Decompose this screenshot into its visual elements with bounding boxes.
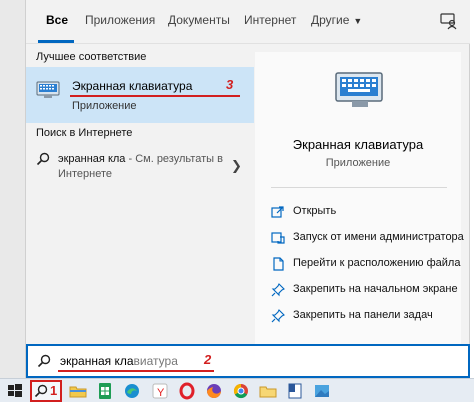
detail-title: Экранная клавиатура — [292, 137, 424, 152]
search-icon — [34, 384, 48, 398]
action-run-as-admin[interactable]: Запуск от имени администратора — [271, 230, 464, 256]
results-list: Лучшее соответствие Экранная клавиатура … — [26, 45, 254, 344]
detail-subtitle: Приложение — [325, 157, 391, 169]
search-autocomplete-text: виатура — [133, 354, 178, 368]
tab-documents[interactable]: Документы — [168, 13, 230, 27]
search-icon — [37, 354, 51, 368]
tab-other[interactable]: Другие ▼ — [311, 13, 362, 27]
taskbar: 1 Y — [0, 378, 474, 402]
pin-icon — [271, 283, 285, 297]
action-run-as-admin-label: Запуск от имени администратора — [293, 231, 464, 243]
firefox-icon[interactable] — [204, 381, 224, 401]
on-screen-keyboard-icon — [36, 81, 60, 98]
action-open[interactable]: Открыть — [271, 204, 457, 230]
action-pin-to-start[interactable]: Закрепить на начальном экране — [271, 282, 458, 308]
web-search-text: экранная кла - См. результаты в Интернет… — [58, 152, 228, 182]
scope-tabs: Все Приложения Документы Интернет Другие… — [26, 0, 470, 44]
photos-icon[interactable] — [312, 381, 332, 401]
annotation-underline — [70, 95, 240, 97]
folder-icon[interactable] — [258, 381, 278, 401]
screen: Все Приложения Документы Интернет Другие… — [0, 0, 474, 402]
yandex-icon[interactable]: Y — [150, 381, 170, 401]
web-search-heading: Поиск в Интернете — [36, 127, 133, 139]
admin-icon — [271, 232, 285, 244]
detail-pane: Экранная клавиатура Приложение Открыть З… — [255, 52, 464, 344]
best-match-subtitle: Приложение — [72, 100, 137, 112]
chrome-icon[interactable] — [231, 381, 251, 401]
opera-icon[interactable] — [177, 381, 197, 401]
annotation-marker-3: 3 — [226, 77, 234, 92]
document-icon[interactable] — [285, 381, 305, 401]
search-panel: Все Приложения Документы Интернет Другие… — [26, 0, 470, 344]
action-pin-to-taskbar[interactable]: Закрепить на панели задач — [271, 308, 457, 334]
annotation-underline — [58, 370, 214, 372]
active-tab-indicator — [38, 40, 74, 43]
annotation-marker-1: 1 — [50, 383, 58, 398]
best-match-item[interactable]: Экранная клавиатура 3 Приложение — [26, 67, 254, 123]
search-icon — [36, 152, 50, 166]
tab-internet[interactable]: Интернет — [244, 13, 296, 27]
annotation-marker-2: 2 — [204, 352, 212, 367]
tab-other-label: Другие — [311, 13, 350, 27]
svg-text:Y: Y — [157, 387, 165, 399]
chevron-right-icon[interactable]: ❯ — [231, 158, 242, 174]
file-explorer-icon[interactable] — [68, 381, 88, 401]
feedback-icon[interactable] — [439, 11, 459, 31]
open-icon — [271, 206, 284, 218]
pin-icon — [271, 309, 285, 323]
search-box[interactable]: экранная клавиатура 2 — [26, 344, 470, 378]
taskbar-search-button[interactable]: 1 — [30, 380, 62, 402]
detail-actions: Открыть Запуск от имени администратора П… — [271, 204, 464, 334]
sheets-icon[interactable] — [95, 381, 115, 401]
best-match-heading: Лучшее соответствие — [36, 51, 147, 63]
action-open-label: Открыть — [293, 205, 337, 217]
tab-apps[interactable]: Приложения — [85, 13, 155, 27]
search-input[interactable]: экранная клавиатура — [60, 354, 178, 368]
tab-all[interactable]: Все — [46, 13, 68, 27]
windows-start-icon[interactable] — [5, 381, 25, 401]
action-pin-to-taskbar-label: Закрепить на панели задач — [293, 309, 433, 321]
web-search-item[interactable]: экранная кла - См. результаты в Интернет… — [26, 144, 254, 190]
best-match-title: Экранная клавиатура — [72, 79, 193, 93]
edge-icon[interactable] — [122, 381, 142, 401]
divider — [271, 187, 447, 188]
action-open-file-location[interactable]: Перейти к расположению файла — [271, 256, 461, 282]
file-location-icon — [273, 257, 284, 271]
chevron-down-icon: ▼ — [353, 16, 363, 26]
web-search-query: экранная кла — [58, 153, 126, 165]
action-open-file-location-label: Перейти к расположению файла — [293, 257, 461, 269]
search-typed-text: экранная кла — [60, 354, 134, 368]
on-screen-keyboard-large-icon — [335, 72, 383, 107]
action-pin-to-start-label: Закрепить на начальном экране — [293, 283, 458, 295]
start-menu-edge — [0, 0, 26, 378]
